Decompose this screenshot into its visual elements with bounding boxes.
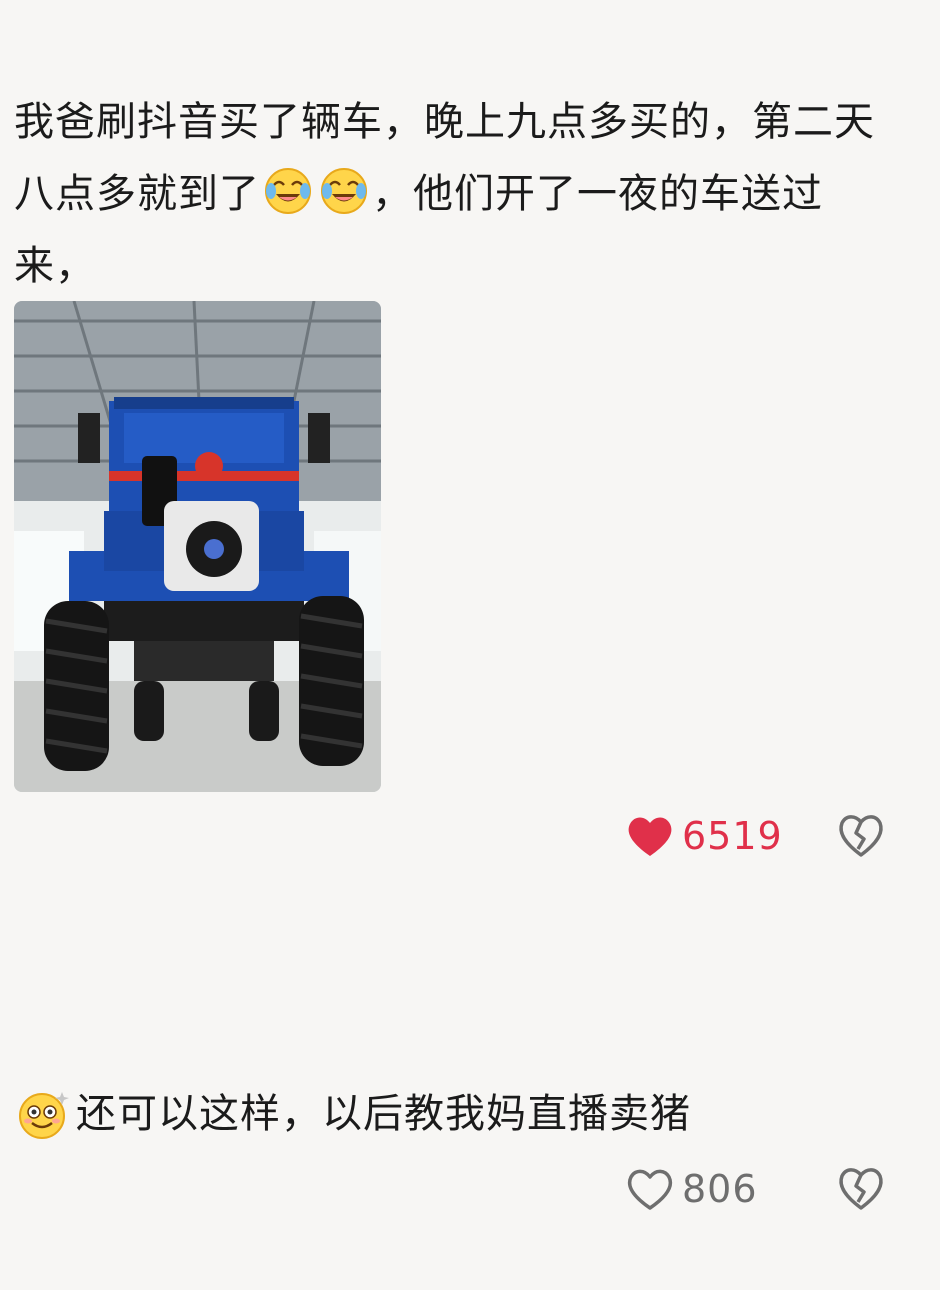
- post-text: 我爸刷抖音买了辆车，晚上九点多买的，第二天八点多就到了 ，他们开了一夜的车送过来…: [14, 86, 904, 302]
- crying-laughing-emoji-icon: [265, 168, 311, 214]
- like-button[interactable]: 6519: [626, 811, 783, 861]
- reply-like-button[interactable]: 806: [626, 1164, 758, 1214]
- broken-heart-icon: [839, 815, 883, 857]
- reply-text: 还可以这样，以后教我妈直播卖猪: [76, 1091, 691, 1137]
- crying-laughing-emoji-icon: [321, 168, 367, 214]
- reply-like-count: 806: [682, 1167, 758, 1211]
- reply-comment: 还可以这样，以后教我妈直播卖猪: [14, 1082, 914, 1146]
- reply-reactions: 806: [600, 1158, 900, 1218]
- heart-outline-icon: [627, 1169, 673, 1210]
- heart-filled-icon: [628, 817, 672, 856]
- like-count: 6519: [682, 814, 783, 858]
- blue-tractor-image: [14, 301, 381, 792]
- post-reactions: 6519: [600, 805, 900, 865]
- post: 我爸刷抖音买了辆车，晚上九点多买的，第二天八点多就到了 ，他们开了一夜的车送过来…: [0, 0, 940, 1290]
- dizzy-smile-emoji-icon: [19, 1092, 69, 1139]
- reply-dislike-button[interactable]: [836, 1164, 886, 1214]
- broken-heart-icon: [839, 1168, 883, 1210]
- dislike-button[interactable]: [836, 811, 886, 861]
- tractor-photo[interactable]: [14, 301, 381, 792]
